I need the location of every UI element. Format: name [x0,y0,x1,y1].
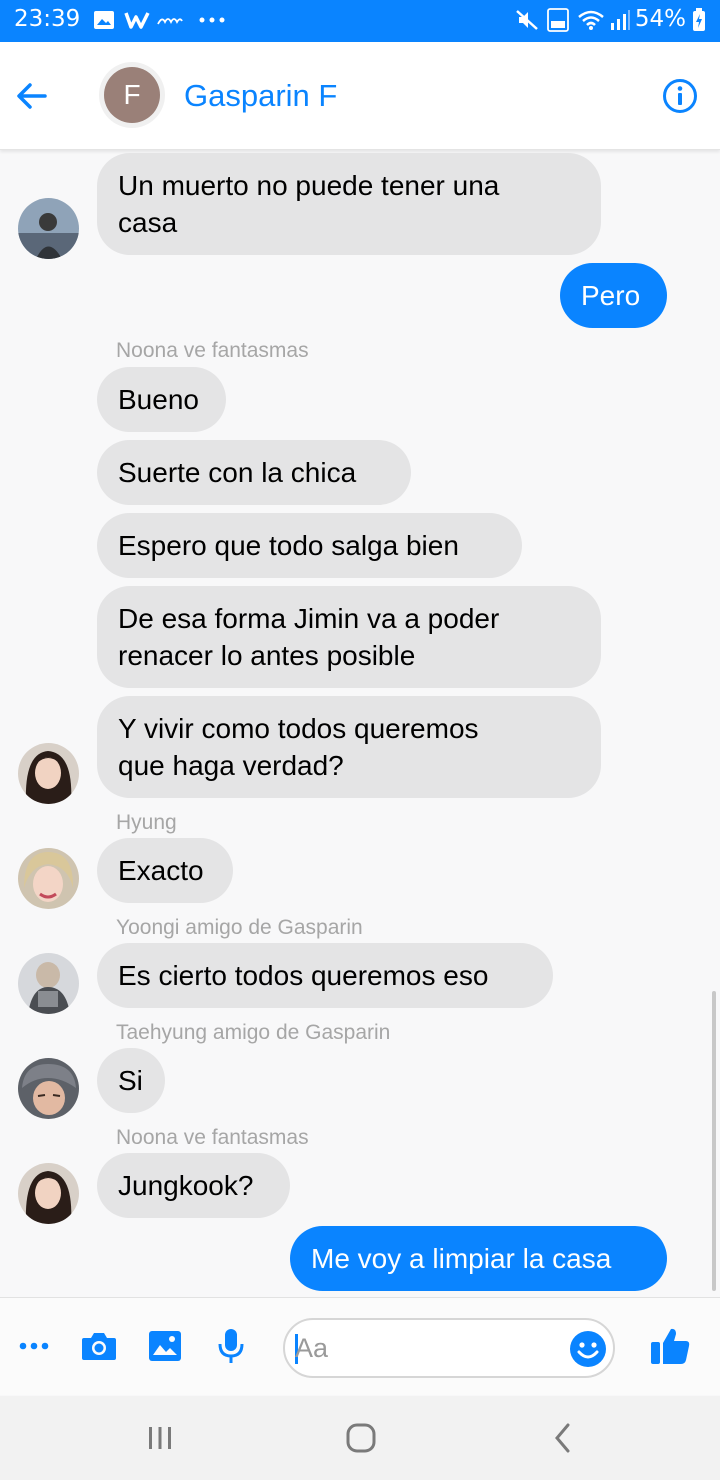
status-time: 23:39 [14,6,81,32]
sender-label: Yoongi amigo de Gasparin [116,916,363,939]
back-button[interactable] [12,76,52,116]
info-button[interactable] [662,78,698,114]
wifi-icon [576,8,606,32]
participant-avatar-taehyung[interactable] [18,1058,79,1119]
mute-icon [514,8,540,32]
battery-percent: 54% [634,6,686,32]
gallery-button[interactable] [145,1326,185,1366]
home-icon [346,1423,376,1453]
sender-label: Hyung [116,811,177,834]
sender-label: Taehyung amigo de Gasparin [116,1021,391,1044]
message-bubble-incoming[interactable]: Exacto [97,838,233,903]
contact-name[interactable]: Gasparin F [184,78,337,114]
info-icon [663,79,697,113]
participant-avatar-hyung[interactable] [18,848,79,909]
message-bubble-outgoing[interactable]: Me voy a limpiar la casa [290,1226,667,1291]
back-nav-button[interactable] [543,1418,583,1458]
microphone-icon [218,1329,244,1363]
message-bubble-incoming[interactable]: Y vivir como todos queremos que haga ver… [97,696,601,798]
more-dots-icon [198,8,226,32]
message-bubble-incoming[interactable]: Un muerto no puede tener una casa [97,153,601,255]
participant-avatar-yoongi[interactable] [18,953,79,1014]
battery-icon [690,8,708,32]
emoji-icon [570,1331,606,1367]
gallery-icon [92,8,116,32]
message-bubble-outgoing[interactable]: Pero [560,263,667,328]
message-list[interactable]: Un muerto no puede tener una casa Pero N… [0,151,720,1297]
message-bubble-incoming[interactable]: De esa forma Jimin va a poder renacer lo… [97,586,601,688]
sender-label: Noona ve fantasmas [116,1126,309,1149]
signal-icon [608,8,632,32]
recent-apps-icon [149,1427,171,1449]
image-icon [149,1331,181,1361]
participant-avatar-noona[interactable] [18,1163,79,1224]
voice-button[interactable] [211,1326,251,1366]
back-arrow-icon [17,83,47,109]
conversation-header: F Gasparin F [0,42,720,150]
sender-label: Noona ve fantasmas [116,339,309,362]
message-bubble-incoming[interactable]: Es cierto todos queremos eso [97,943,553,1008]
message-list-scrollbar[interactable] [712,991,716,1291]
like-button[interactable] [650,1326,690,1366]
more-actions-button[interactable] [14,1326,54,1366]
message-bubble-incoming[interactable]: Jungkook? [97,1153,290,1218]
message-bubble-incoming[interactable]: Si [97,1048,165,1113]
home-button[interactable] [341,1418,381,1458]
message-composer [0,1297,720,1395]
system-navigation-bar [0,1396,720,1480]
contact-avatar[interactable]: F [104,67,160,123]
message-bubble-incoming[interactable]: Espero que todo salga bien [97,513,522,578]
participant-avatar-noona[interactable] [18,743,79,804]
volte-4g-icon [546,8,570,32]
participant-avatar-gasparin[interactable] [18,198,79,259]
play-text-icon [156,8,184,32]
chevron-left-icon [555,1423,570,1453]
thumbs-up-icon [651,1328,690,1364]
recent-apps-button[interactable] [140,1418,180,1458]
camera-button[interactable] [79,1326,119,1366]
message-bubble-incoming[interactable]: Suerte con la chica [97,440,411,505]
message-input-box[interactable] [283,1318,615,1378]
more-dots-icon [19,1342,49,1350]
message-bubble-incoming[interactable]: Bueno [97,367,226,432]
message-input[interactable] [295,1330,555,1366]
camera-icon [82,1333,116,1360]
status-bar: 23:39 54% [0,0,720,42]
emoji-button[interactable] [569,1330,607,1368]
wattpad-w-icon [124,8,150,32]
